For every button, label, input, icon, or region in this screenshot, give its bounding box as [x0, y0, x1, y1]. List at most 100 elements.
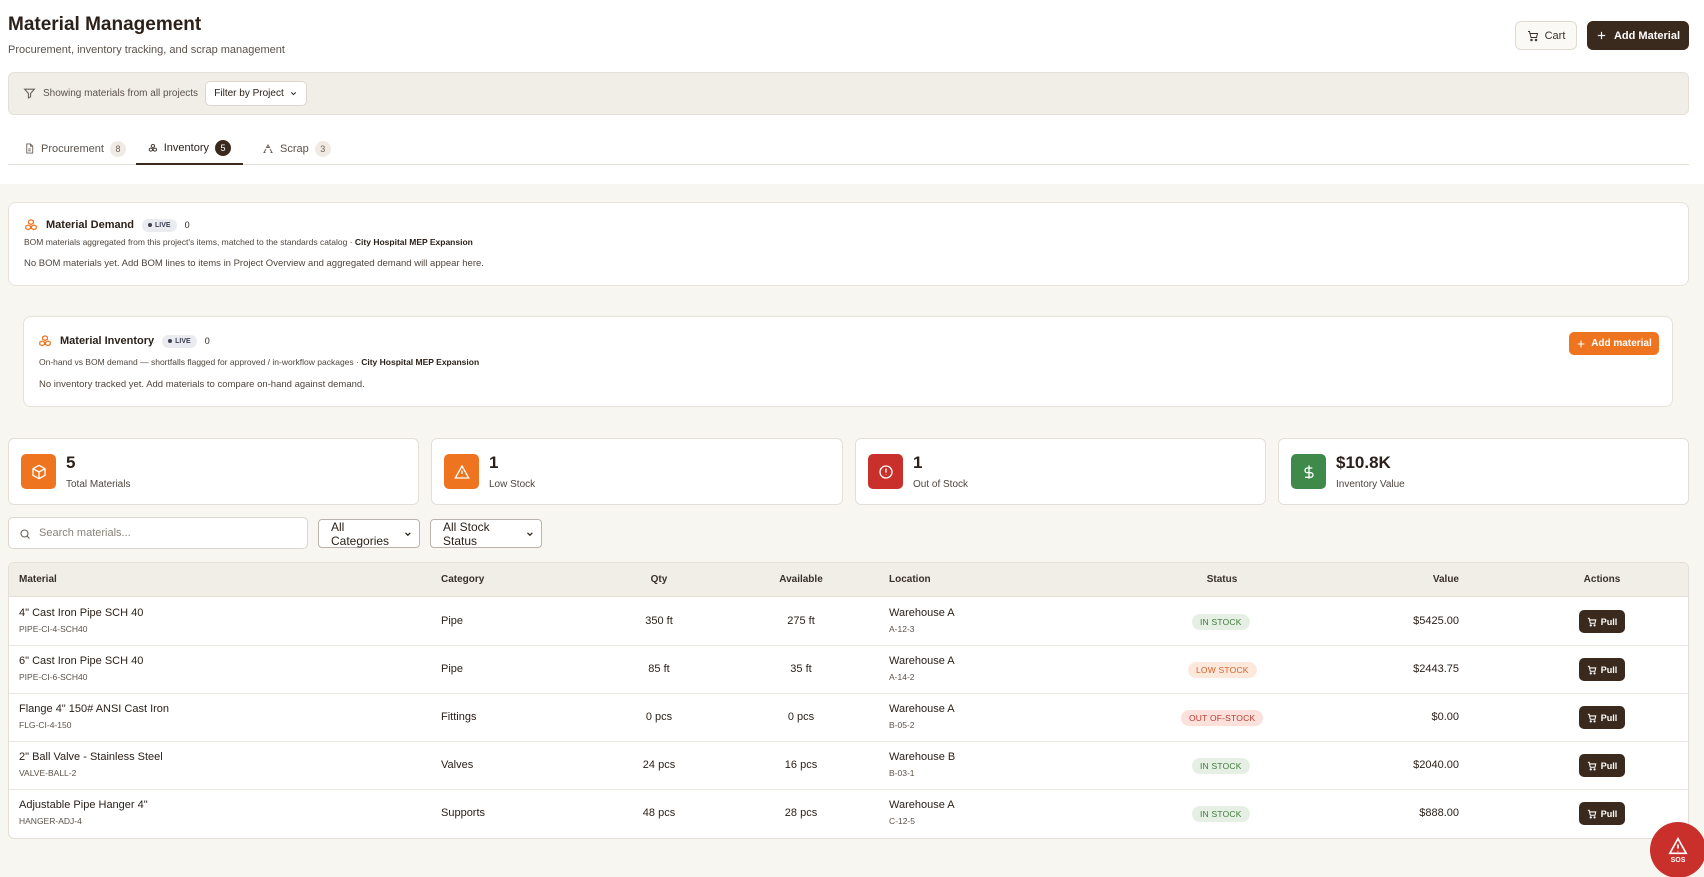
- table-row: 6" Cast Iron Pipe SCH 40 PIPE-CI-6-SCH40 P…: [9, 646, 1688, 694]
- category-select[interactable]: All Categories: [318, 519, 420, 548]
- dollar-icon: [1291, 454, 1326, 489]
- material-value: $888.00: [1419, 807, 1459, 819]
- materials-table: Material Category Qty Available Location…: [8, 562, 1689, 839]
- stat-label: Out of Stock: [913, 479, 969, 490]
- material-name: Adjustable Pipe Hanger 4": [19, 799, 148, 811]
- boxes-icon: [148, 143, 157, 152]
- add-material-label: Add Material: [1613, 29, 1680, 42]
- header-location: Location: [889, 574, 931, 585]
- card-header: Material Demand LIVE 0: [24, 218, 190, 232]
- material-code: VALVE-BALL-2: [19, 768, 77, 778]
- tab-bar: Procurement 8 Inventory 5 Scrap 3: [8, 132, 1689, 165]
- pull-button[interactable]: Pull: [1579, 610, 1625, 633]
- material-available: 275 ft: [787, 615, 815, 627]
- project-name: City Hospital MEP Expansion: [354, 237, 473, 247]
- location-bin: B-05-2: [889, 720, 915, 730]
- location-name: Warehouse A: [889, 607, 955, 619]
- location-bin: A-12-3: [889, 624, 915, 634]
- material-category: Supports: [441, 807, 486, 819]
- material-code: PIPE-CI-6-SCH40: [19, 672, 88, 682]
- header-available: Available: [779, 574, 823, 585]
- material-inventory-card: Material Inventory LIVE 0 On-hand vs BOM…: [23, 316, 1673, 407]
- material-category: Valves: [441, 759, 474, 771]
- stock-status-select[interactable]: All Stock Status: [430, 519, 542, 548]
- location-bin: B-03-1: [889, 768, 915, 778]
- location-name: Warehouse B: [889, 751, 956, 763]
- cart-icon: [1587, 809, 1597, 818]
- add-material-button[interactable]: Add Material: [1587, 21, 1689, 50]
- stat-card-low-stock: 1 Low Stock: [431, 438, 843, 505]
- demand-count: 0: [184, 220, 190, 230]
- sos-button[interactable]: SOS: [1650, 822, 1704, 877]
- header-category: Category: [441, 574, 485, 585]
- cart-button[interactable]: Cart: [1515, 21, 1577, 50]
- table-row: Flange 4" 150# ANSI Cast Iron FLG-CI-4-15…: [9, 694, 1688, 742]
- table-row: 2" Ball Valve - Stainless Steel VALVE-BAL…: [9, 742, 1688, 790]
- filter-button-label: Filter by Project: [214, 88, 284, 99]
- stat-card-out-of-stock: 1 Out of Stock: [855, 438, 1266, 505]
- boxes-icon: [39, 335, 51, 347]
- location-name: Warehouse A: [889, 703, 955, 715]
- material-qty: 24 pcs: [642, 759, 676, 771]
- pull-button[interactable]: Pull: [1579, 802, 1625, 825]
- pull-label: Pull: [1600, 616, 1618, 627]
- status-badge: LOW STOCK: [1188, 662, 1257, 678]
- tab-inventory[interactable]: Inventory 5: [136, 132, 243, 165]
- material-category: Fittings: [441, 711, 477, 723]
- header-value: Value: [1432, 574, 1459, 585]
- pull-button[interactable]: Pull: [1579, 658, 1625, 681]
- filter-status-text: Showing materials from all projects: [43, 88, 199, 99]
- cart-icon: [1587, 617, 1597, 626]
- project-filter-bar: Showing materials from all projects Filt…: [8, 72, 1689, 115]
- material-name: 6" Cast Iron Pipe SCH 40: [19, 655, 144, 667]
- pull-button[interactable]: Pull: [1579, 706, 1625, 729]
- material-value: $2443.75: [1413, 663, 1459, 675]
- card-description: On-hand vs BOM demand — shortfalls flagg…: [39, 357, 480, 367]
- material-available: 0 pcs: [787, 711, 815, 723]
- pull-label: Pull: [1600, 760, 1618, 771]
- pull-label: Pull: [1600, 664, 1618, 675]
- filter-by-project-button[interactable]: Filter by Project: [205, 81, 307, 106]
- pull-button[interactable]: Pull: [1579, 754, 1625, 777]
- plus-icon: [1577, 340, 1585, 347]
- empty-state-text: No inventory tracked yet. Add materials …: [39, 379, 365, 390]
- category-select-value: All Categories: [331, 519, 390, 548]
- search-input[interactable]: [39, 518, 299, 548]
- material-name: Flange 4" 150# ANSI Cast Iron: [19, 703, 170, 715]
- add-material-inventory-button[interactable]: Add material: [1569, 332, 1659, 355]
- tab-procurement[interactable]: Procurement 8: [20, 132, 130, 165]
- material-qty: 48 pcs: [642, 807, 676, 819]
- search-box: [8, 517, 308, 549]
- location-name: Warehouse A: [889, 799, 955, 811]
- header-material: Material: [19, 574, 57, 585]
- tab-scrap[interactable]: Scrap 3: [258, 132, 335, 165]
- page-header-area: Material Management Procurement, invento…: [0, 0, 1704, 184]
- material-available: 35 ft: [790, 663, 812, 675]
- stat-value: 1: [489, 453, 499, 472]
- material-name: 4" Cast Iron Pipe SCH 40: [19, 607, 144, 619]
- stat-label: Low Stock: [489, 479, 536, 490]
- box-icon: [21, 454, 56, 489]
- chevron-down-icon: [405, 531, 412, 536]
- table-row: 4" Cast Iron Pipe SCH 40 PIPE-CI-4-SCH40 P…: [9, 598, 1688, 646]
- material-qty: 85 ft: [648, 663, 670, 675]
- material-category: Pipe: [441, 663, 464, 675]
- status-badge: IN STOCK: [1192, 758, 1250, 774]
- location-bin: C-12-5: [889, 816, 915, 826]
- material-category: Pipe: [441, 615, 464, 627]
- stat-card-inventory-value: $10.8K Inventory Value: [1278, 438, 1689, 505]
- warning-icon: [1668, 836, 1688, 854]
- page-subtitle: Procurement, inventory tracking, and scr…: [8, 44, 285, 56]
- pull-label: Pull: [1600, 712, 1618, 723]
- material-code: HANGER-ADJ-4: [19, 816, 82, 826]
- material-name: 2" Ball Valve - Stainless Steel: [19, 751, 163, 763]
- card-description: BOM materials aggregated from this proje…: [24, 237, 473, 247]
- stat-value: 5: [66, 453, 76, 472]
- empty-state-text: No BOM materials yet. Add BOM lines to i…: [24, 258, 484, 269]
- location-bin: A-14-2: [889, 672, 915, 682]
- warning-icon: [444, 454, 479, 489]
- tab-label: Procurement: [41, 142, 104, 155]
- material-code: FLG-CI-4-150: [19, 720, 72, 730]
- stat-card-total-materials: 5 Total Materials: [8, 438, 419, 505]
- live-badge: LIVE: [142, 218, 177, 232]
